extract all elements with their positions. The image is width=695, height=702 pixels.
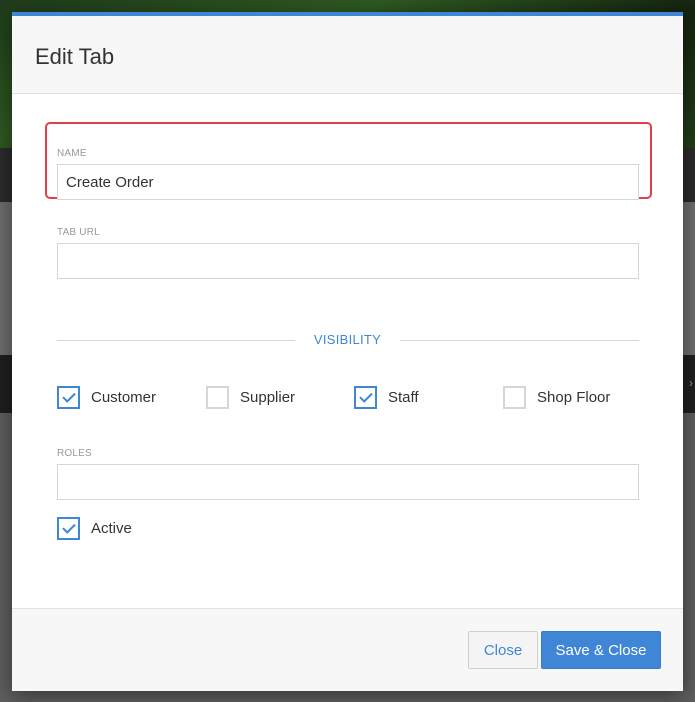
visibility-option-shop-floor[interactable]: Shop Floor — [503, 385, 610, 409]
roles-label: ROLES — [57, 448, 92, 459]
save-and-close-button[interactable]: Save & Close — [541, 631, 661, 669]
active-row: Active — [57, 516, 639, 540]
active-checkbox[interactable] — [57, 516, 80, 540]
dialog-body: NAME TAB URL VISIBILITY Customer Supplie… — [12, 98, 683, 613]
roles-input[interactable] — [57, 464, 639, 500]
check-icon — [61, 519, 76, 534]
dialog-title: Edit Tab — [35, 44, 115, 69]
visibility-options: Customer Supplier Staff Shop Floor — [57, 385, 639, 409]
staff-checkbox[interactable] — [354, 385, 377, 409]
customer-checkbox[interactable] — [57, 385, 80, 409]
visibility-heading: VISIBILITY — [313, 332, 382, 347]
dialog-footer: Close Save & Close — [12, 608, 683, 691]
supplier-label: Supplier — [240, 388, 296, 406]
check-icon — [61, 388, 76, 403]
dialog-header: Edit Tab — [12, 16, 683, 94]
close-button[interactable]: Close — [468, 631, 538, 669]
visibility-option-supplier[interactable]: Supplier — [206, 385, 295, 409]
staff-label: Staff — [388, 388, 419, 406]
active-option[interactable]: Active — [57, 516, 132, 540]
name-input[interactable] — [57, 164, 639, 200]
check-icon — [358, 388, 373, 403]
shop-floor-label: Shop Floor — [537, 388, 611, 406]
shop-floor-checkbox[interactable] — [503, 385, 526, 409]
tab-url-input[interactable] — [57, 243, 639, 279]
tab-url-label: TAB URL — [57, 227, 100, 238]
visibility-option-customer[interactable]: Customer — [57, 385, 156, 409]
edit-tab-dialog: Edit Tab NAME TAB URL VISIBILITY Custome… — [12, 12, 683, 691]
visibility-divider: VISIBILITY — [57, 330, 639, 350]
visibility-option-staff[interactable]: Staff — [354, 385, 419, 409]
chevron-right-icon: › — [689, 376, 693, 390]
divider-line-right — [400, 340, 639, 341]
supplier-checkbox[interactable] — [206, 385, 229, 409]
customer-label: Customer — [91, 388, 157, 406]
divider-line-left — [57, 340, 295, 341]
active-label: Active — [91, 519, 132, 537]
name-label: NAME — [57, 148, 87, 159]
